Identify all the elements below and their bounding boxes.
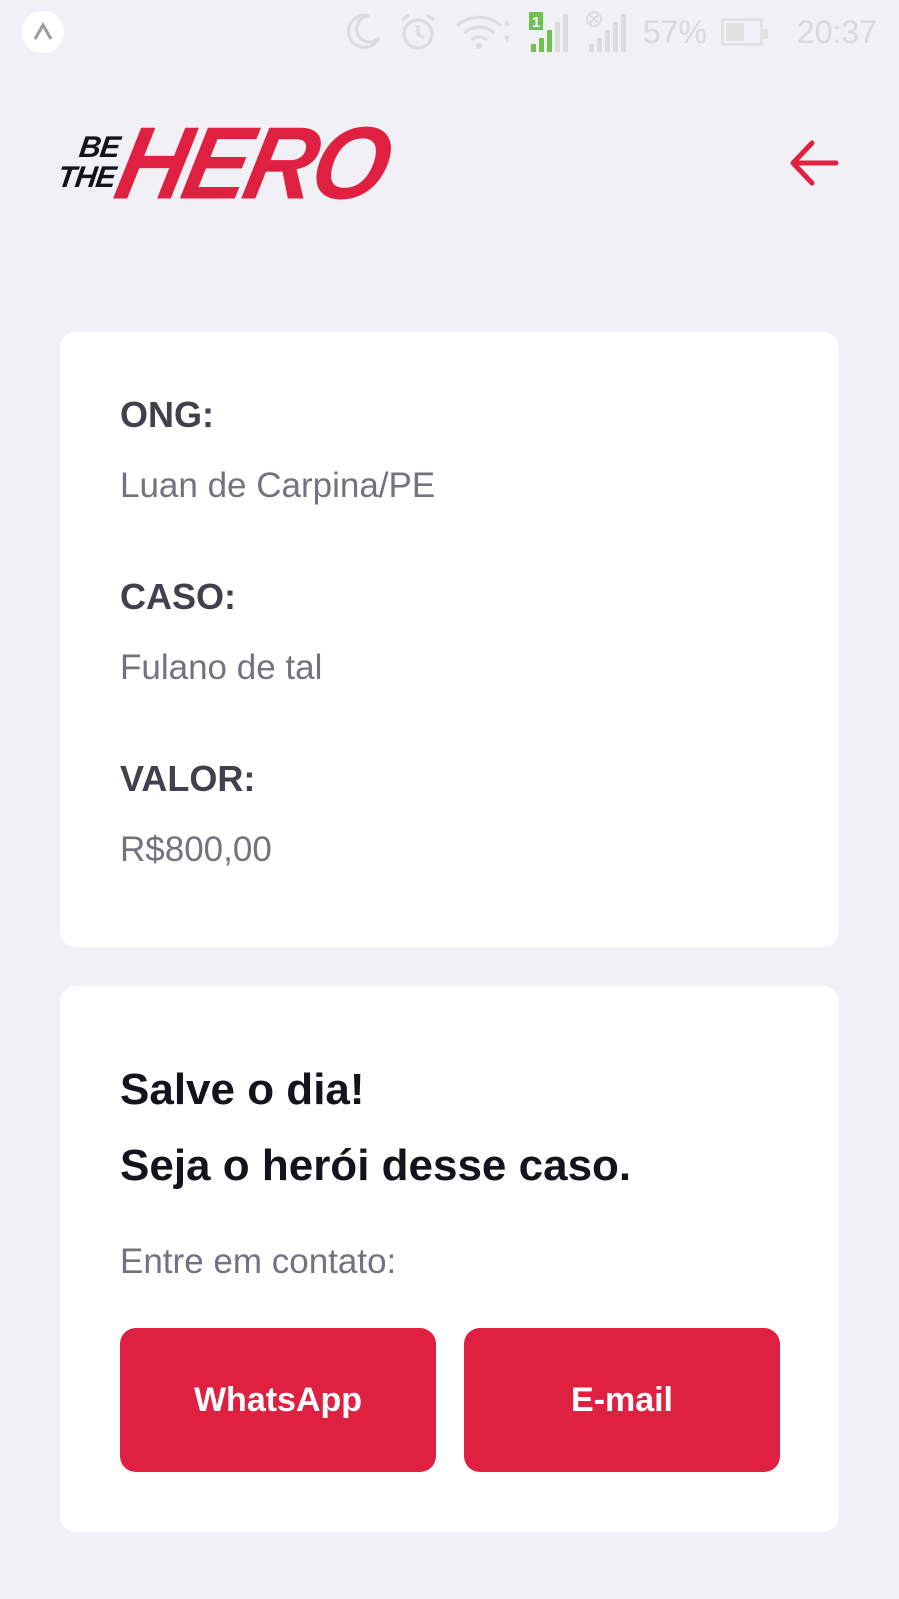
logo-small-text: BE THE [55,131,122,194]
cell-signal-sim1-icon: 1 [527,10,571,54]
logo-word: HERO [106,105,399,221]
contact-title: Salve o dia! Seja o herói desse caso. [120,1052,631,1204]
clock: 20:37 [796,13,877,50]
alarm-icon [397,11,439,53]
app-notification-icon [22,11,64,53]
whatsapp-button[interactable]: WhatsApp [120,1328,436,1472]
be-the-hero-logo: BE THE HERO [56,105,399,221]
contact-title-line1: Salve o dia! [120,1065,365,1114]
contact-prompt: Entre em contato: [120,1242,397,1281]
contact-card: Salve o dia! Seja o herói desse caso. En… [60,986,839,1532]
cell-signal-sim2-icon [585,10,629,54]
ong-label: ONG: [120,394,214,435]
ong-value: Luan de Carpina/PE [120,466,436,505]
incident-card: ONG: Luan de Carpina/PE CASO: Fulano de … [60,332,839,947]
back-button[interactable] [784,133,844,193]
wifi-icon [453,12,513,52]
valor-label: VALOR: [120,758,256,799]
contact-title-line2: Seja o herói desse caso. [120,1141,632,1190]
email-button[interactable]: E-mail [464,1328,780,1472]
moon-icon [343,12,383,52]
valor-value: R$800,00 [120,830,272,869]
caso-label: CASO: [120,576,236,617]
arrow-left-icon [790,140,839,186]
caso-value: Fulano de tal [120,648,323,687]
battery-percent: 57% [642,13,707,50]
contact-actions: WhatsApp E-mail [120,1328,780,1472]
sim-slot-label: 1 [532,14,540,31]
status-bar: 1 57% 20:37 [0,0,899,64]
battery-icon [720,18,768,46]
header: BE THE HERO [56,105,839,221]
